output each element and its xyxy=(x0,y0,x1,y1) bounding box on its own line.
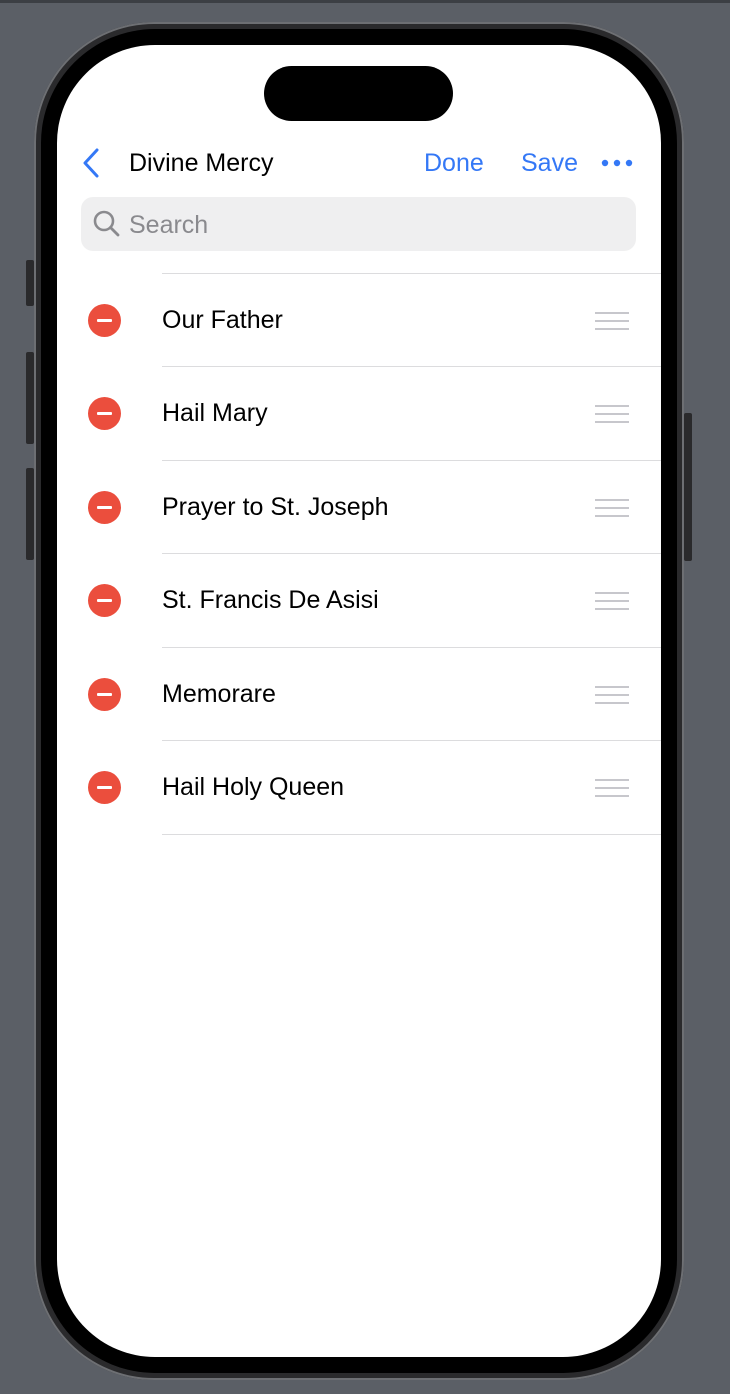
navigation-bar: Divine Mercy Done Save xyxy=(57,141,661,185)
power-button xyxy=(684,413,692,561)
list-item-label: St. Francis De Asisi xyxy=(162,586,379,614)
search-input[interactable] xyxy=(127,197,631,253)
list-item-label: Memorare xyxy=(162,680,276,708)
page-title: Divine Mercy xyxy=(129,149,274,177)
done-button[interactable]: Done xyxy=(424,149,484,177)
row-separator xyxy=(162,834,661,835)
reorder-grip-icon[interactable] xyxy=(595,497,629,519)
volume-down-button xyxy=(26,468,34,560)
chevron-left-icon[interactable] xyxy=(79,147,105,179)
minus-circle-icon[interactable] xyxy=(88,771,121,804)
volume-up-button xyxy=(26,352,34,444)
minus-circle-icon[interactable] xyxy=(88,584,121,617)
list-item-label: Our Father xyxy=(162,306,283,334)
list-item[interactable]: Prayer to St. Joseph xyxy=(57,460,661,553)
reorder-grip-icon[interactable] xyxy=(595,310,629,332)
save-button[interactable]: Save xyxy=(521,149,578,177)
list-item[interactable]: Our Father xyxy=(57,273,661,366)
reorder-grip-icon[interactable] xyxy=(595,777,629,799)
minus-circle-icon[interactable] xyxy=(88,304,121,337)
minus-circle-icon[interactable] xyxy=(88,397,121,430)
action-button xyxy=(26,260,34,306)
list-item[interactable]: Hail Holy Queen xyxy=(57,740,661,833)
magnifier-icon xyxy=(92,209,122,239)
list-item[interactable]: St. Francis De Asisi xyxy=(57,553,661,646)
phone-screen: Divine Mercy Done Save Our Father xyxy=(57,45,661,1357)
search-bar xyxy=(81,197,636,253)
ellipsis-icon[interactable] xyxy=(600,153,634,173)
reorder-grip-icon[interactable] xyxy=(595,590,629,612)
list-item-label: Hail Holy Queen xyxy=(162,773,345,801)
list-item-label: Prayer to St. Joseph xyxy=(162,493,389,521)
list-item-label: Hail Mary xyxy=(162,399,268,427)
list-item[interactable]: Memorare xyxy=(57,647,661,740)
list-item[interactable]: Hail Mary xyxy=(57,366,661,459)
dynamic-island xyxy=(264,66,453,121)
reorder-grip-icon[interactable] xyxy=(595,403,629,425)
window-top-edge xyxy=(0,0,730,3)
minus-circle-icon[interactable] xyxy=(88,678,121,711)
reorder-grip-icon[interactable] xyxy=(595,684,629,706)
minus-circle-icon[interactable] xyxy=(88,491,121,524)
